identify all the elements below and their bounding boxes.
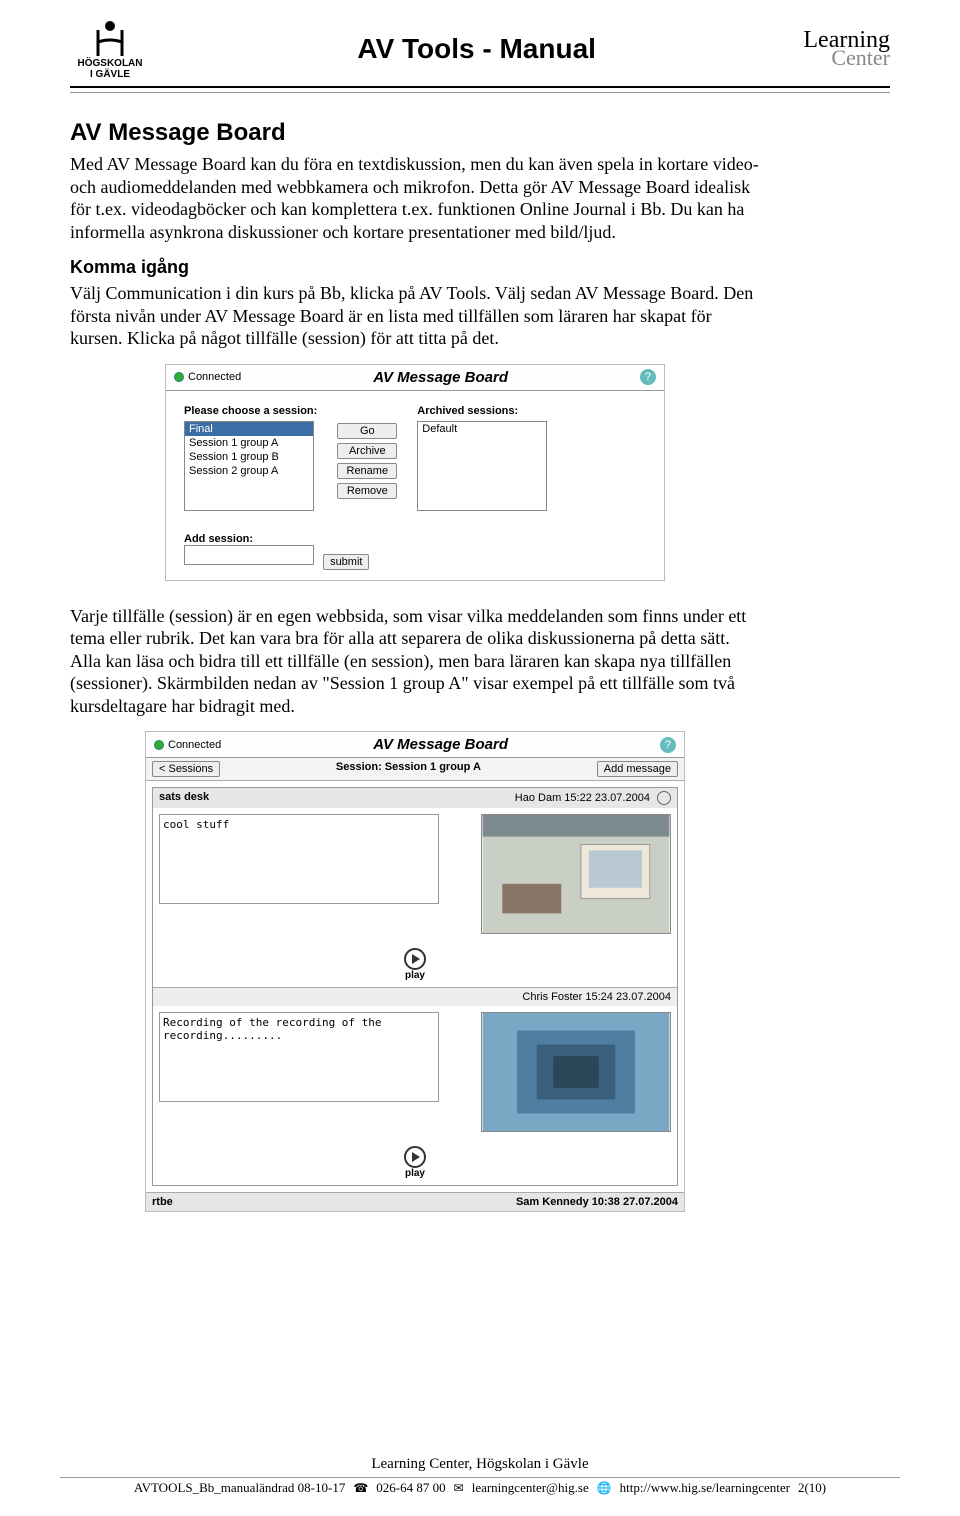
add-message-button[interactable]: Add message (597, 761, 678, 777)
submit-button[interactable]: submit (323, 554, 369, 570)
message-meta: Chris Foster 15:24 23.07.2004 (522, 991, 671, 1003)
screenshot-session-view: Connected AV Message Board ? < Sessions … (145, 731, 685, 1212)
message-textarea[interactable] (159, 814, 439, 904)
footer-org: Learning Center, Högskolan i Gävle (0, 1456, 960, 1473)
play-button[interactable] (404, 948, 426, 970)
intro-paragraph: Med AV Message Board kan du föra en text… (70, 153, 760, 243)
add-session-input[interactable] (184, 545, 314, 565)
status-dot-icon (174, 372, 184, 382)
rename-button[interactable]: Rename (337, 463, 397, 479)
session-listbox[interactable]: Final Session 1 group A Session 1 group … (184, 421, 314, 511)
archived-label: Archived sessions: (417, 405, 547, 417)
section-heading-komma: Komma igång (70, 257, 760, 278)
header-right: Learning Center (803, 30, 890, 67)
session-name-label: Session: Session 1 group A (336, 761, 481, 777)
connected-status: Connected (154, 739, 221, 751)
page-header: HÖGSKOLAN I GÄVLE AV Tools - Manual Lear… (70, 18, 890, 88)
video-thumbnail (481, 814, 671, 934)
list-item[interactable]: Session 1 group A (185, 436, 313, 450)
footer-filename: AVTOOLS_Bb_manualändrad 08-10-17 (134, 1480, 345, 1496)
choose-session-label: Please choose a session: (184, 405, 317, 417)
message-topic: sats desk (159, 791, 209, 805)
play-button[interactable] (404, 1146, 426, 1168)
list-item[interactable]: Final (185, 422, 313, 436)
help-icon[interactable]: ? (640, 369, 656, 385)
list-item[interactable]: Default (418, 422, 546, 436)
university-logo-icon (90, 18, 130, 58)
komma-paragraph: Välj Communication i din kurs på Bb, kli… (70, 282, 760, 350)
message-textarea[interactable] (159, 1012, 439, 1102)
status-dot-icon (154, 740, 164, 750)
message-block: sats desk Hao Dam 15:22 23.07.2004 (152, 787, 678, 1186)
bottom-meta: Sam Kennedy 10:38 27.07.2004 (516, 1196, 678, 1208)
view-icon[interactable] (657, 791, 671, 805)
session-description-paragraph: Varje tillfälle (session) är en egen web… (70, 605, 760, 718)
message-meta: Hao Dam 15:22 23.07.2004 (515, 791, 671, 805)
add-session-label: Add session: (184, 533, 646, 545)
help-icon[interactable]: ? (660, 737, 676, 753)
list-item[interactable]: Session 2 group A (185, 464, 313, 478)
section-heading-avmb: AV Message Board (70, 119, 760, 147)
archive-button[interactable]: Archive (337, 443, 397, 459)
play-label: play (153, 970, 677, 981)
connected-status: Connected (174, 371, 241, 383)
play-label: play (153, 1168, 677, 1179)
footer-page: 2(10) (798, 1480, 826, 1496)
play-icon (412, 1152, 420, 1162)
play-icon (412, 954, 420, 964)
go-button[interactable]: Go (337, 423, 397, 439)
logo-line1: HÖGSKOLAN (78, 58, 143, 69)
mail-icon: ✉ (454, 1481, 464, 1496)
logo: HÖGSKOLAN I GÄVLE (70, 18, 150, 80)
panel-title: AV Message Board (373, 736, 508, 753)
list-item[interactable]: Session 1 group B (185, 450, 313, 464)
remove-button[interactable]: Remove (337, 483, 397, 499)
footer-email: learningcenter@hig.se (472, 1480, 589, 1496)
footer-url: http://www.hig.se/learningcenter (620, 1480, 790, 1496)
logo-line2: I GÄVLE (90, 69, 130, 80)
page-footer: Learning Center, Högskolan i Gävle AVTOO… (0, 1456, 960, 1496)
bottom-user: rtbe (152, 1196, 173, 1208)
video-thumbnail (481, 1012, 671, 1132)
back-sessions-button[interactable]: < Sessions (152, 761, 220, 777)
page-title: AV Tools - Manual (150, 33, 803, 65)
archived-listbox[interactable]: Default (417, 421, 547, 511)
header-underline (70, 92, 890, 93)
screenshot-session-chooser: Connected AV Message Board ? Please choo… (165, 364, 665, 581)
panel-title: AV Message Board (373, 369, 508, 386)
globe-icon: 🌐 (597, 1481, 612, 1496)
footer-phone: 026-64 87 00 (376, 1480, 445, 1496)
phone-icon: ☎ (353, 1481, 368, 1496)
